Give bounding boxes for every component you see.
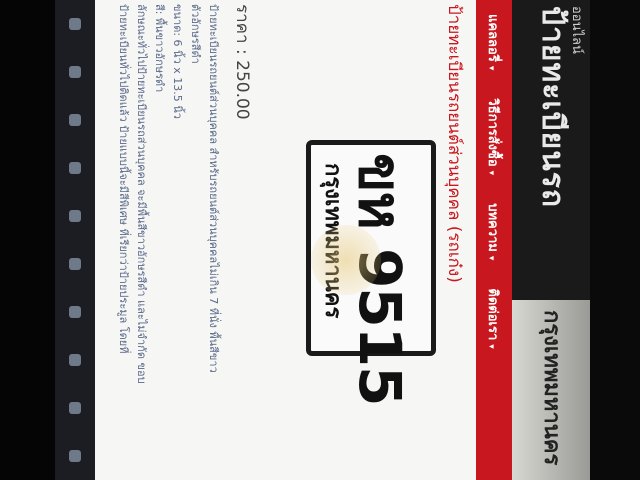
rotated-photo: ออนไลน์ ป้ายทะเบียนรถ กรุงเทพมหานคร แคลล…: [0, 0, 640, 480]
description-line: ป้ายทะเบียนทั่วไปติดแล้ว ป้ายแบบนี้จะมีส…: [117, 4, 130, 354]
taskbar-app-icon[interactable]: [69, 402, 81, 414]
site-header: ออนไลน์ ป้ายทะเบียนรถ กรุงเทพมหานคร: [512, 0, 590, 480]
chevron-down-icon: ▾: [486, 255, 497, 261]
chevron-down-icon: ▾: [486, 65, 497, 71]
taskbar-app-icon[interactable]: [69, 114, 81, 126]
monitor-screen: ออนไลน์ ป้ายทะเบียนรถ กรุงเทพมหานคร แคลล…: [95, 0, 590, 480]
product-description: ป้ายทะเบียนรถยนต์ส่วนบุคคล สำหรับรถยนต์ส…: [114, 4, 222, 474]
taskbar-app-icon[interactable]: [69, 18, 81, 30]
nav-how-to-order-label: วิธีการสั่งซื้อ: [485, 98, 501, 167]
license-plate-image[interactable]: ขห 9515 กรุงเทพมหานคร: [306, 140, 436, 406]
site-title: ป้ายทะเบียนรถ: [535, 6, 570, 209]
description-line: ป้ายทะเบียนรถยนต์ส่วนบุคคล สำหรับรถยนต์ส…: [207, 4, 220, 373]
monitor-bezel: [0, 0, 55, 480]
nav-contact-label: ติดต่อเรา: [485, 288, 501, 341]
chevron-down-icon: ▾: [486, 344, 497, 349]
header-plate-photo: กรุงเทพมหานคร: [512, 300, 590, 480]
taskbar-app-icon[interactable]: [69, 210, 81, 222]
nav-how-to-order[interactable]: วิธีการสั่งซื้อ ▾: [484, 84, 505, 189]
header-photo-text: กรุงเทพมหานคร: [539, 310, 564, 466]
taskbar-app-icon[interactable]: [69, 306, 81, 318]
taskbar-app-icon[interactable]: [69, 450, 81, 462]
taskbar-app-icon[interactable]: [69, 162, 81, 174]
product-title: ป้ายทะเบียนรถยนต์ส่วนบุคคล (รถเก๋ง): [444, 4, 464, 283]
taskbar-app-icon[interactable]: [69, 354, 81, 366]
description-line: สี: พื้นขาวอักษรดำ: [153, 4, 166, 93]
nav-gallery-label: แคลลอรี่: [485, 14, 501, 62]
taskbar-app-icon[interactable]: [69, 258, 81, 270]
chevron-down-icon: ▾: [486, 170, 497, 176]
nav-articles-label: บทความ: [485, 203, 501, 252]
nav-gallery[interactable]: แคลลอรี่ ▾: [484, 0, 505, 84]
product-page: ป้ายทะเบียนรถยนต์ส่วนบุคคล (รถเก๋ง) ขห 9…: [95, 0, 476, 480]
product-price: ราคา : 250.00: [232, 4, 252, 120]
main-navbar: แคลลอรี่ ▾ วิธีการสั่งซื้อ ▾ บทความ ▾ ติดต่…: [476, 0, 512, 480]
description-line: ลักษณะทั่วไปป้ายทะเบียนรถส่วนบุคคล จะมีพ…: [135, 4, 148, 384]
description-line: ขนาด: 6 นิ้ว x 13.5 นิ้ว: [171, 4, 184, 119]
watermark-logo: [311, 225, 381, 295]
taskbar-app-icon[interactable]: [69, 66, 81, 78]
os-taskbar: [55, 0, 95, 480]
nav-contact[interactable]: ติดต่อเรา ▾: [484, 274, 505, 362]
nav-articles[interactable]: บทความ ▾: [484, 189, 505, 274]
description-line: ตัวอักษรสีดำ: [189, 4, 202, 64]
